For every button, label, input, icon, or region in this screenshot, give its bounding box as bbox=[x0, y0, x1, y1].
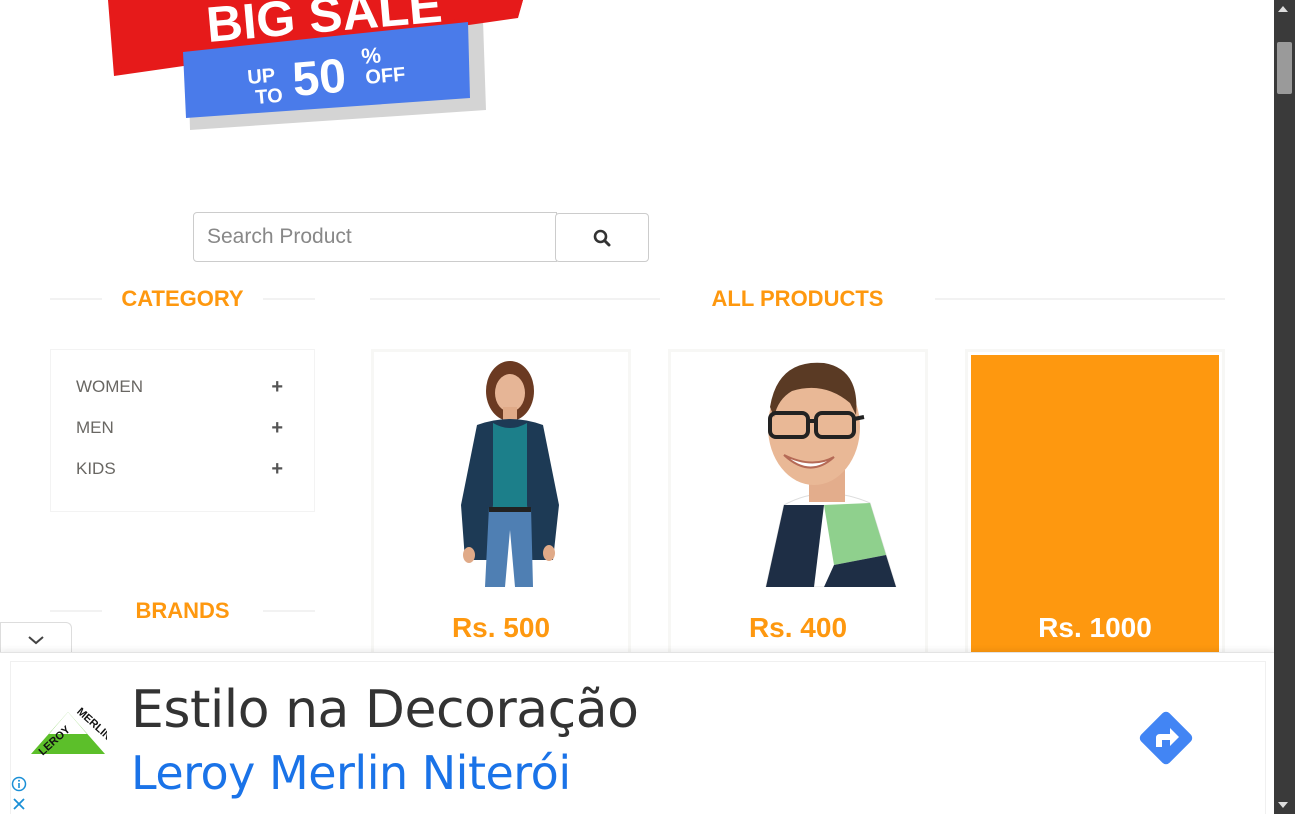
banner-percent: 50 bbox=[290, 50, 348, 107]
product-card[interactable]: Rs. 500 bbox=[371, 349, 631, 669]
plus-icon[interactable]: + bbox=[271, 376, 283, 399]
divider-line bbox=[50, 298, 102, 300]
directions-button[interactable] bbox=[1135, 707, 1197, 769]
ad-collapse-toggle[interactable] bbox=[0, 622, 72, 656]
directions-icon bbox=[1139, 711, 1193, 765]
product-image-man[interactable] bbox=[674, 355, 922, 588]
divider-line bbox=[50, 610, 102, 612]
product-card[interactable]: Rs. 1000 bbox=[965, 349, 1225, 669]
product-price: Rs. 1000 bbox=[1038, 612, 1152, 643]
divider-line bbox=[263, 298, 315, 300]
info-icon[interactable] bbox=[11, 776, 27, 792]
close-icon[interactable] bbox=[11, 796, 27, 812]
ad-banner[interactable]: LEROY MERLIN Estilo na Decoração Leroy M… bbox=[0, 652, 1274, 814]
category-item-label: KIDS bbox=[76, 459, 116, 478]
brands-title: BRANDS bbox=[135, 598, 230, 623]
search-bar bbox=[193, 212, 649, 262]
product-card[interactable]: Rs. 400 bbox=[668, 349, 928, 669]
category-title: CATEGORY bbox=[121, 286, 244, 311]
chevron-down-icon bbox=[28, 635, 44, 644]
ad-content[interactable]: LEROY MERLIN Estilo na Decoração Leroy M… bbox=[10, 661, 1266, 814]
ad-headline[interactable]: Estilo na Decoração bbox=[131, 680, 639, 740]
search-input[interactable] bbox=[193, 212, 557, 262]
plus-icon[interactable]: + bbox=[271, 458, 283, 481]
page: BIG SALE UP TO 50 % OFF CATEGORY WOMEN + bbox=[0, 0, 1295, 814]
category-item-label: MEN bbox=[76, 418, 114, 437]
big-sale-banner[interactable]: BIG SALE UP TO 50 % OFF bbox=[108, 0, 548, 135]
category-panel: WOMEN + MEN + KIDS + bbox=[50, 349, 315, 512]
divider-line bbox=[935, 298, 1225, 300]
category-item-label: WOMEN bbox=[76, 377, 144, 396]
all-products-title: ALL PRODUCTS bbox=[711, 286, 884, 311]
brands-heading: BRANDS bbox=[50, 598, 315, 624]
scrollbar-thumb[interactable] bbox=[1277, 42, 1292, 94]
scroll-up-arrow-icon[interactable] bbox=[1278, 6, 1288, 12]
divider-line bbox=[263, 610, 315, 612]
vertical-scrollbar[interactable] bbox=[1274, 0, 1295, 814]
plus-icon[interactable]: + bbox=[271, 417, 283, 440]
category-item-men[interactable]: MEN + bbox=[76, 416, 283, 440]
product-price: Rs. 400 bbox=[748, 612, 848, 643]
product-price: Rs. 500 bbox=[451, 612, 551, 643]
divider-line bbox=[370, 298, 660, 300]
category-item-kids[interactable]: KIDS + bbox=[76, 457, 283, 481]
search-button[interactable] bbox=[555, 213, 649, 262]
category-item-women[interactable]: WOMEN + bbox=[76, 375, 283, 399]
all-products-heading: ALL PRODUCTS bbox=[370, 286, 1225, 312]
product-image-woman[interactable] bbox=[377, 355, 625, 587]
category-heading: CATEGORY bbox=[50, 286, 315, 312]
banner-to: TO bbox=[255, 85, 284, 109]
ad-subline[interactable]: Leroy Merlin Niterói bbox=[131, 746, 571, 800]
search-icon bbox=[593, 229, 611, 246]
banner-off: OFF bbox=[365, 64, 407, 89]
scroll-down-arrow-icon[interactable] bbox=[1278, 802, 1288, 808]
leroy-merlin-logo: LEROY MERLIN bbox=[29, 702, 114, 772]
